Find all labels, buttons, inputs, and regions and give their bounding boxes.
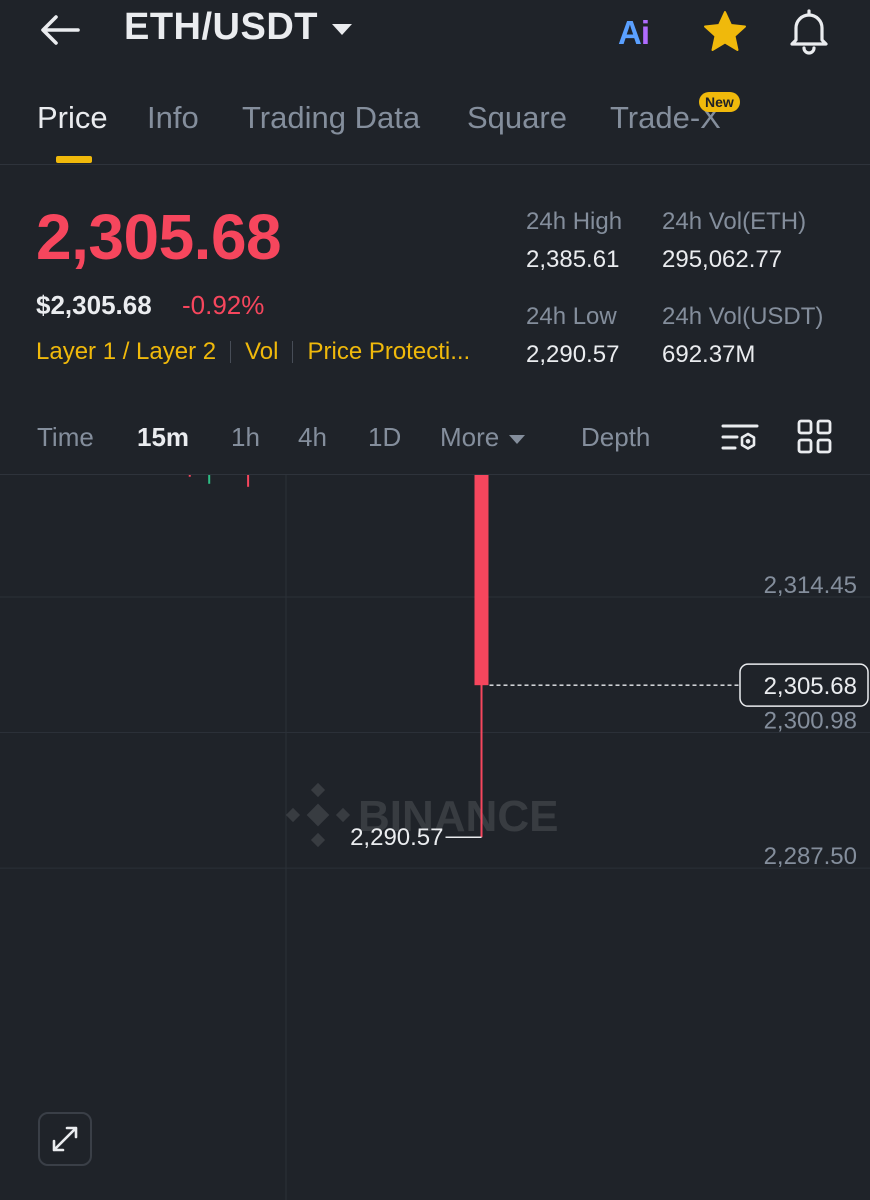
- tab-price[interactable]: Price: [37, 100, 108, 136]
- y-tick-label: 2,300.98: [764, 707, 857, 734]
- tag-vol[interactable]: Vol: [245, 338, 278, 366]
- interval-4h[interactable]: 4h: [298, 422, 327, 453]
- chevron-down-icon: [332, 24, 352, 35]
- grid-layout-icon[interactable]: [796, 418, 834, 456]
- ai-label-i: i: [640, 14, 650, 51]
- y-tick-label: 2,314.45: [764, 572, 857, 599]
- expand-icon: [52, 1126, 78, 1152]
- star-icon[interactable]: [700, 8, 750, 56]
- interval-1h[interactable]: 1h: [231, 422, 260, 453]
- stat-24h-low-value: 2,290.57: [526, 341, 620, 368]
- candlestick-chart[interactable]: BINANCE 2,351.802,290.572,305.68 2,354.8…: [0, 475, 870, 1200]
- stat-24h-high-label: 24h High: [526, 208, 623, 235]
- price-change-percent: -0.92%: [182, 290, 265, 320]
- candles: [188, 475, 489, 838]
- interval-more[interactable]: More: [440, 422, 526, 453]
- tab-square[interactable]: Square: [467, 100, 567, 136]
- interval-1d[interactable]: 1D: [368, 422, 401, 453]
- active-tab-indicator: [56, 156, 92, 163]
- bell-icon[interactable]: [784, 6, 834, 56]
- interval-more-label: More: [440, 422, 500, 452]
- tab-trading-data[interactable]: Trading Data: [242, 100, 420, 136]
- tag-row: Layer 1 / Layer 2 Vol Price Protecti...: [36, 338, 470, 366]
- ai-icon[interactable]: Ai: [618, 14, 666, 54]
- new-badge: New: [699, 92, 740, 112]
- stat-24h-vol-usdt-label: 24h Vol(USDT): [662, 303, 824, 330]
- candle-body: [474, 475, 489, 686]
- tag-divider: [292, 341, 294, 363]
- tag-price-protection[interactable]: Price Protecti...: [307, 338, 470, 366]
- ai-label-a: A: [618, 14, 642, 51]
- chart-settings-icon[interactable]: [720, 420, 760, 456]
- tab-bar: Price Info Trading Data Square Trade-X: [0, 96, 870, 165]
- last-price-axis-label: 2,305.68: [764, 673, 857, 700]
- stat-24h-vol-eth-label: 24h Vol(ETH): [662, 208, 807, 235]
- tab-info[interactable]: Info: [147, 100, 199, 136]
- stat-24h-vol-usdt-value: 692.37M: [662, 341, 756, 368]
- stat-24h-high-value: 2,385.61: [526, 246, 620, 273]
- stat-24h-vol-eth-value: 295,062.77: [662, 246, 783, 273]
- last-price: 2,305.68: [36, 201, 282, 273]
- usd-price: $2,305.68: [36, 290, 152, 320]
- y-tick-label: 2,287.50: [764, 843, 857, 870]
- pair-selector[interactable]: ETH/USDT: [124, 6, 352, 49]
- interval-15m[interactable]: 15m: [137, 422, 189, 453]
- interval-depth[interactable]: Depth: [581, 422, 650, 453]
- tag-layer[interactable]: Layer 1 / Layer 2: [36, 338, 216, 366]
- stat-24h-low-label: 24h Low: [526, 303, 617, 330]
- expand-chart-button[interactable]: [38, 1112, 92, 1166]
- interval-time[interactable]: Time: [37, 422, 94, 453]
- pair-title: ETH/USDT: [124, 6, 318, 48]
- low-price-label: 2,290.57: [350, 824, 443, 851]
- back-arrow-icon[interactable]: [38, 10, 82, 50]
- chevron-down-icon: [509, 434, 526, 444]
- tag-divider: [230, 341, 232, 363]
